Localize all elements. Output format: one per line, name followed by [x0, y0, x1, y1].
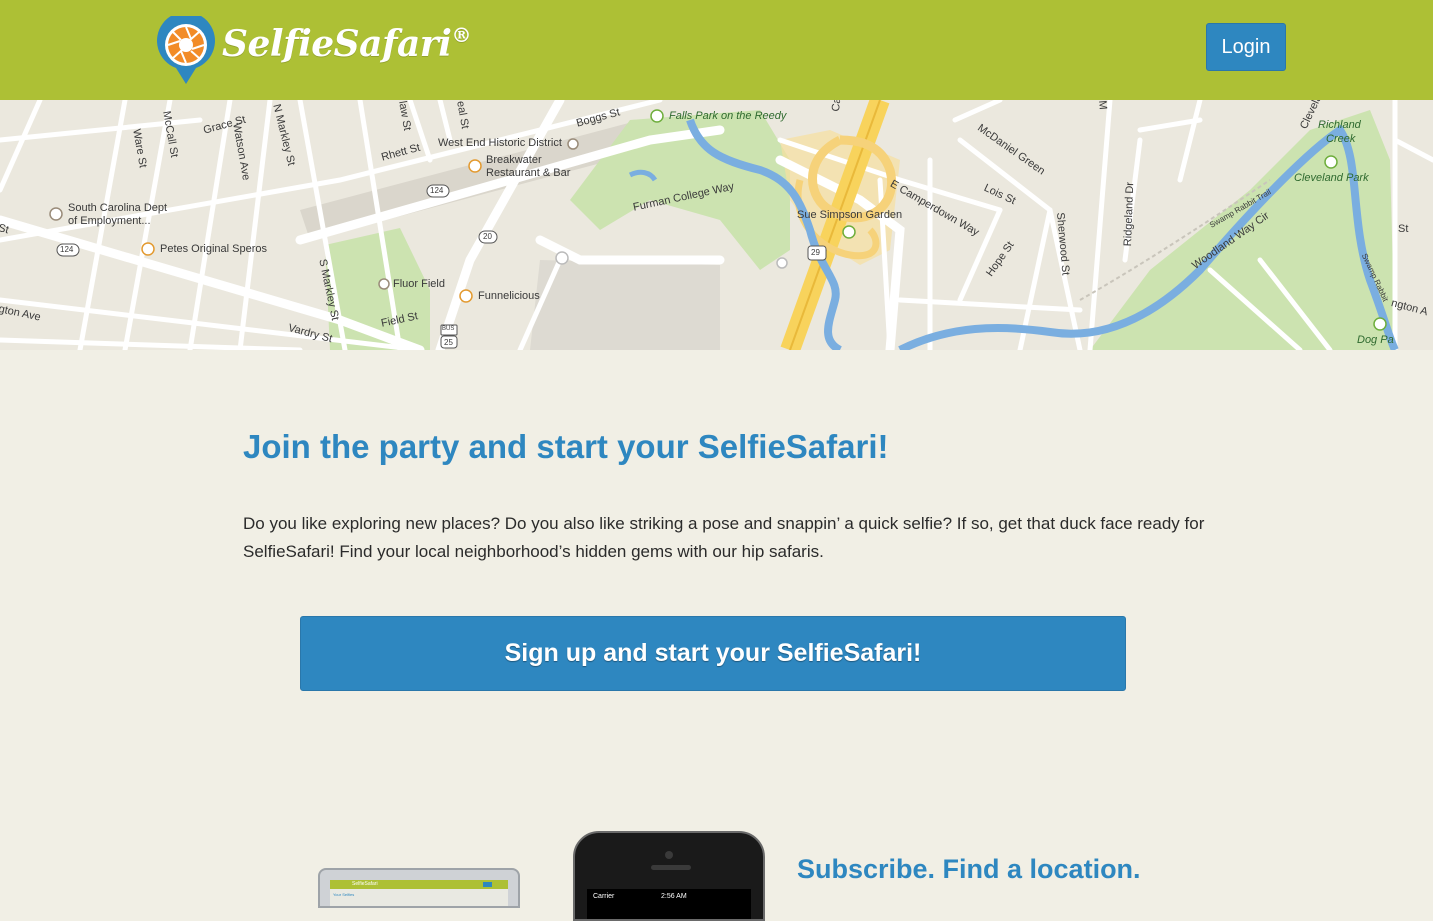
map-label: Falls Park on the Reedy — [669, 110, 787, 122]
map-label: Richland — [1318, 119, 1361, 131]
map-label: Funnelicious — [478, 290, 540, 302]
route-124-shield: 124 — [430, 186, 444, 195]
map-label: Ridgeland Dr — [1122, 181, 1137, 247]
route-29-shield: 29 — [811, 248, 820, 257]
logo-text: SelfieSafari® — [222, 23, 471, 65]
phone-illustration: Carrier 2:56 AM — [573, 831, 765, 921]
laptop-screen: SelfieSafari Your Selfies — [330, 880, 508, 906]
map-label: of Employment... — [68, 215, 151, 227]
map-label: Fluor Field — [393, 278, 445, 290]
phone-screen: Carrier 2:56 AM — [587, 889, 751, 919]
phone-carrier: Carrier — [593, 893, 615, 900]
map-label: Cleveland Park — [1294, 172, 1369, 184]
login-button[interactable]: Login — [1206, 23, 1286, 71]
route-20-shield: 20 — [483, 232, 492, 241]
site-header: SelfieSafari® Login — [0, 0, 1433, 100]
map-label: Cal — [830, 100, 844, 112]
route-25-shield: 25 — [444, 338, 453, 347]
map-label: St — [1398, 223, 1409, 235]
map-label: Sue Simpson Garden — [797, 209, 903, 221]
subscribe-heading: Subscribe. Find a location. — [797, 854, 1141, 884]
map-label: Restaurant & Bar — [486, 167, 571, 179]
logo[interactable]: SelfieSafari® — [156, 16, 471, 86]
route-124-shield: 124 — [60, 245, 74, 254]
signup-button[interactable]: Sign up and start your SelfieSafari! — [300, 616, 1126, 691]
laptop-logo-text: SelfieSafari — [352, 881, 378, 887]
map-label: West End Historic District — [438, 137, 562, 149]
laptop-login-button — [483, 882, 492, 887]
phone-speaker-icon — [651, 865, 691, 870]
location-map[interactable]: 124 124 20 29 BUS 25 Grace St McCall St … — [0, 100, 1433, 350]
bus-shield: BUS — [442, 326, 455, 332]
page-headline: Join the party and start your SelfieSafa… — [243, 428, 889, 465]
laptop-subtitle: Your Selfies — [333, 892, 355, 897]
map-label: M — [1096, 100, 1109, 111]
intro-paragraph: Do you like exploring new places? Do you… — [243, 514, 1205, 561]
map-label: Breakwater — [486, 154, 542, 166]
camera-pin-icon — [157, 16, 215, 84]
map-label: Petes Original Speros — [160, 243, 267, 255]
map-label: Creek — [1326, 133, 1356, 145]
phone-camera-icon — [665, 851, 673, 859]
map-label: South Carolina Dept — [68, 202, 168, 214]
laptop-illustration: SelfieSafari Your Selfies — [318, 868, 520, 908]
phone-time: 2:56 AM — [661, 893, 687, 900]
map-label: Dog Pa — [1357, 334, 1394, 346]
